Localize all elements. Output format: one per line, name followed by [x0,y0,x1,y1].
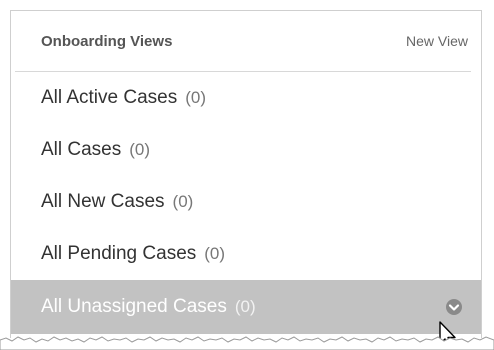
view-label: All New Cases [41,191,165,212]
new-view-link[interactable]: New View [406,33,468,49]
view-label: All Pending Cases [41,243,197,264]
view-count: (0) [234,297,256,316]
view-label: All Active Cases [41,87,178,108]
view-item-all-cases[interactable]: All Cases (0) [11,124,481,176]
view-label: All Cases [41,139,122,160]
view-item-all-new-cases[interactable]: All New Cases (0) [11,176,481,228]
view-count: (0) [204,244,226,263]
view-item-all-pending-cases[interactable]: All Pending Cases (0) [11,228,481,280]
view-item-all-active-cases[interactable]: All Active Cases (0) [11,72,481,124]
view-count: (0) [172,192,194,211]
view-item-all-unassigned-cases[interactable]: All Unassigned Cases (0) [11,280,481,334]
view-label: All Unassigned Cases [41,296,227,317]
views-panel: Onboarding Views New View All Active Cas… [10,10,482,338]
torn-edge [0,336,494,350]
panel-header: Onboarding Views New View [11,11,481,71]
view-count: (0) [185,88,207,107]
panel-title: Onboarding Views [41,32,173,50]
view-count: (0) [129,140,151,159]
chevron-down-circle-icon[interactable] [443,296,465,318]
views-list: All Active Cases (0) All Cases (0) All N… [11,72,481,334]
